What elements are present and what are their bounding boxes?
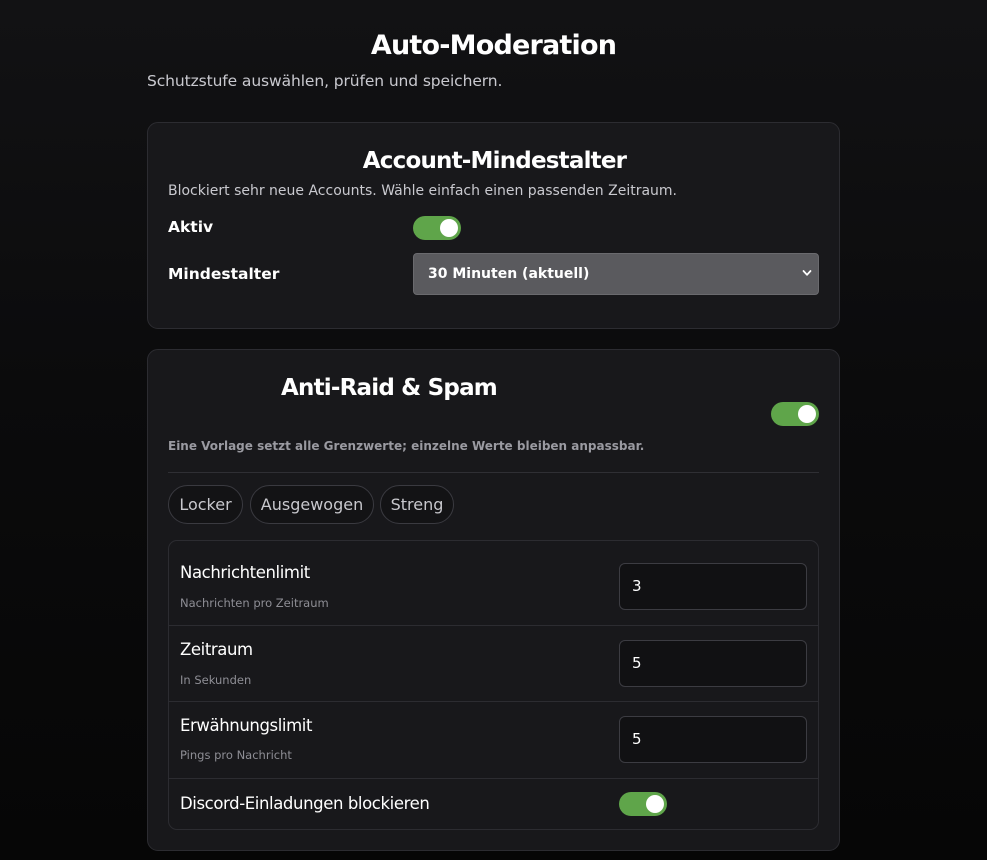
setting-row-invite-block: Discord-Einladungen blockieren [169,779,818,829]
preset-button-locker[interactable]: Locker [168,485,243,524]
setting-label: Discord-Einladungen blockieren [180,794,430,813]
timeframe-input[interactable]: 5 [619,640,807,687]
divider [168,472,819,473]
setting-row-mention-limit: Erwähnungslimit Pings pro Nachricht 5 [169,702,818,779]
mention-limit-input[interactable]: 5 [619,716,807,763]
anti-raid-description: Eine Vorlage setzt alle Grenzwerte; einz… [168,439,645,453]
anti-raid-card: Anti-Raid & Spam Eine Vorlage setzt alle… [147,349,840,851]
setting-hint: In Sekunden [180,673,252,687]
setting-hint: Nachrichten pro Zeitraum [180,596,329,610]
input-value: 3 [632,577,642,595]
setting-label: Zeitraum [180,640,253,659]
active-label: Aktiv [168,218,214,236]
setting-label: Erwähnungslimit [180,716,313,735]
setting-row-timeframe: Zeitraum In Sekunden 5 [169,626,818,702]
account-age-card: Account-Mindestalter Blockiert sehr neue… [147,122,840,329]
page-subtitle: Schutzstufe auswählen, prüfen und speich… [147,72,503,90]
message-limit-input[interactable]: 3 [619,563,807,610]
account-age-title: Account-Mindestalter [362,148,627,174]
anti-raid-toggle[interactable] [771,402,819,426]
toggle-knob [646,795,664,813]
toggle-knob [440,219,458,237]
active-toggle[interactable] [413,216,461,240]
min-age-label: Mindestalter [168,265,280,283]
input-value: 5 [632,730,642,748]
account-age-description: Blockiert sehr neue Accounts. Wähle einf… [168,183,678,199]
min-age-select[interactable]: 30 Minuten (aktuell) [413,253,819,295]
setting-hint: Pings pro Nachricht [180,748,292,762]
setting-row-message-limit: Nachrichtenlimit Nachrichten pro Zeitrau… [169,541,818,626]
input-value: 5 [632,654,642,672]
setting-label: Nachrichtenlimit [180,563,310,582]
invite-block-toggle[interactable] [619,792,667,816]
anti-raid-title: Anti-Raid & Spam [281,375,498,401]
page-title: Auto-Moderation [370,30,617,61]
toggle-knob [798,405,816,423]
preset-button-streng[interactable]: Streng [380,485,454,524]
settings-list: Nachrichtenlimit Nachrichten pro Zeitrau… [168,540,819,830]
chevron-down-icon [802,270,812,276]
min-age-selected-value: 30 Minuten (aktuell) [428,266,590,282]
preset-button-ausgewogen[interactable]: Ausgewogen [250,485,374,524]
